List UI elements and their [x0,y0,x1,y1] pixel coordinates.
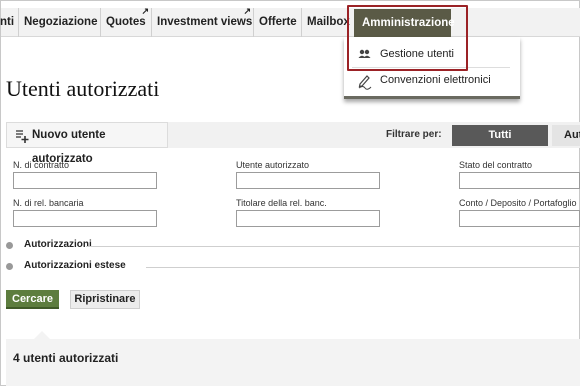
nav-item-offerte[interactable]: Offerte [254,8,302,37]
bank-relation-number-field[interactable] [13,210,157,227]
nav-item-label: nti [0,16,15,28]
external-link-icon: ↗ [243,6,251,16]
menu-item-label: Convenzioni elettronici [380,74,491,86]
section-label: Autorizzazioni estese [24,260,126,271]
nav-item-truncated[interactable]: nti [0,8,19,37]
external-link-icon: ↗ [141,6,149,16]
search-button[interactable]: Cercare [6,290,59,309]
nav-item-label: Quotes [106,16,146,28]
bank-relation-holder-field[interactable] [236,210,380,227]
nav-item-amministrazione[interactable]: Amministrazione [354,9,455,37]
contract-status-label: Stato del contratto [459,160,533,170]
nav-item-label: Mailbox [307,16,350,28]
add-list-icon [15,123,29,155]
panel-notch [34,331,50,339]
admin-dropdown-menu: Gestione utenti Convenzioni elettronici [344,37,520,99]
nav-item-label: Investment views [157,16,253,28]
pen-sign-icon [358,67,372,102]
menu-item-convenzioni-elettronici[interactable]: Convenzioni elettronici [344,67,520,93]
bank-relation-holder-label: Titolare della rel. banc. [236,198,327,208]
page-title: Utenti autorizzati [6,76,160,101]
nav-item-mailbox[interactable]: Mailbox [302,8,355,37]
expand-icon [6,263,13,270]
section-autorizzazioni[interactable]: Autorizzazioni [6,239,580,253]
contract-number-label: N. di contratto [13,160,70,170]
filter-all-button[interactable]: Tutti [452,125,548,146]
filter-authorized-button[interactable]: Aut [552,125,580,146]
nav-item-investment-views[interactable]: Investment views ↗ [152,6,254,37]
results-panel: 4 utenti autorizzati [6,331,580,386]
toolbar: Nuovo utente autorizzato Filtrare per: T… [6,122,580,165]
account-label: Conto / Deposito / Portafoglio [459,198,577,208]
nav-item-label: Offerte [259,16,297,28]
section-autorizzazioni-estese[interactable]: Autorizzazioni estese [6,260,580,274]
nav-item-label: Negoziazione [24,16,98,28]
filter-label: Filtrare per: [386,129,442,140]
nav-item-negoziazione[interactable]: Negoziazione [19,8,101,37]
add-user-button[interactable]: Nuovo utente autorizzato [6,122,168,165]
section-divider [86,246,580,247]
authorized-user-label: Utente autorizzato [236,160,310,170]
section-label: Autorizzazioni [24,239,92,250]
contract-number-field[interactable] [13,172,157,189]
expand-icon [6,242,13,249]
contract-status-field[interactable] [459,172,580,189]
top-navigation: nti Negoziazione Quotes ↗ Investment view… [0,6,580,37]
nav-item-quotes[interactable]: Quotes ↗ [101,6,152,37]
bank-relation-number-label: N. di rel. bancaria [13,198,84,208]
account-field[interactable] [459,210,580,227]
authorized-user-field[interactable] [236,172,380,189]
section-divider [146,267,580,268]
menu-item-label: Gestione utenti [380,48,454,60]
results-count: 4 utenti autorizzati [13,351,119,365]
menu-item-gestione-utenti[interactable]: Gestione utenti [344,41,520,67]
reset-button[interactable]: Ripristinare [70,290,140,309]
